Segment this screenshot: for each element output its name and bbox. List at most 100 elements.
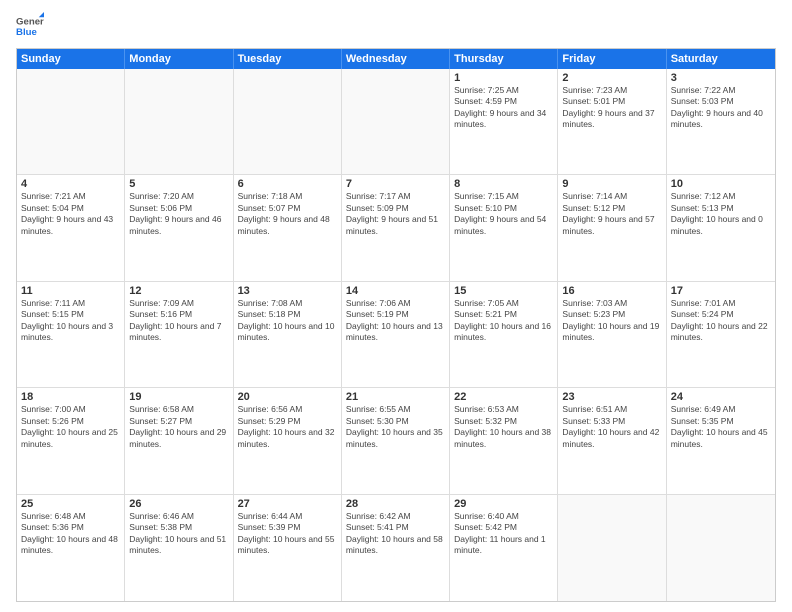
day-number: 17 [671, 285, 771, 297]
day-cell-6: 6Sunrise: 7:18 AM Sunset: 5:07 PM Daylig… [234, 175, 342, 280]
day-info: Sunrise: 7:09 AM Sunset: 5:16 PM Dayligh… [129, 298, 228, 344]
empty-cell [234, 69, 342, 174]
day-info: Sunrise: 7:23 AM Sunset: 5:01 PM Dayligh… [562, 85, 661, 131]
day-number: 23 [562, 391, 661, 403]
day-info: Sunrise: 6:42 AM Sunset: 5:41 PM Dayligh… [346, 511, 445, 557]
day-number: 16 [562, 285, 661, 297]
day-info: Sunrise: 7:05 AM Sunset: 5:21 PM Dayligh… [454, 298, 553, 344]
day-info: Sunrise: 6:40 AM Sunset: 5:42 PM Dayligh… [454, 511, 553, 557]
day-number: 3 [671, 72, 771, 84]
day-cell-20: 20Sunrise: 6:56 AM Sunset: 5:29 PM Dayli… [234, 388, 342, 493]
day-cell-13: 13Sunrise: 7:08 AM Sunset: 5:18 PM Dayli… [234, 282, 342, 387]
day-number: 15 [454, 285, 553, 297]
day-cell-16: 16Sunrise: 7:03 AM Sunset: 5:23 PM Dayli… [558, 282, 666, 387]
day-info: Sunrise: 6:53 AM Sunset: 5:32 PM Dayligh… [454, 404, 553, 450]
day-number: 11 [21, 285, 120, 297]
week-row-5: 25Sunrise: 6:48 AM Sunset: 5:36 PM Dayli… [17, 495, 775, 601]
day-number: 2 [562, 72, 661, 84]
calendar-body: 1Sunrise: 7:25 AM Sunset: 4:59 PM Daylig… [17, 69, 775, 601]
day-number: 14 [346, 285, 445, 297]
empty-cell [342, 69, 450, 174]
day-number: 7 [346, 178, 445, 190]
day-cell-21: 21Sunrise: 6:55 AM Sunset: 5:30 PM Dayli… [342, 388, 450, 493]
day-info: Sunrise: 6:46 AM Sunset: 5:38 PM Dayligh… [129, 511, 228, 557]
day-number: 28 [346, 498, 445, 510]
day-number: 4 [21, 178, 120, 190]
logo: General Blue [16, 12, 44, 40]
day-number: 27 [238, 498, 337, 510]
day-info: Sunrise: 7:00 AM Sunset: 5:26 PM Dayligh… [21, 404, 120, 450]
day-cell-29: 29Sunrise: 6:40 AM Sunset: 5:42 PM Dayli… [450, 495, 558, 601]
day-cell-23: 23Sunrise: 6:51 AM Sunset: 5:33 PM Dayli… [558, 388, 666, 493]
day-number: 26 [129, 498, 228, 510]
day-number: 1 [454, 72, 553, 84]
day-cell-17: 17Sunrise: 7:01 AM Sunset: 5:24 PM Dayli… [667, 282, 775, 387]
day-cell-18: 18Sunrise: 7:00 AM Sunset: 5:26 PM Dayli… [17, 388, 125, 493]
day-info: Sunrise: 7:06 AM Sunset: 5:19 PM Dayligh… [346, 298, 445, 344]
header-cell-tuesday: Tuesday [234, 49, 342, 69]
day-info: Sunrise: 6:58 AM Sunset: 5:27 PM Dayligh… [129, 404, 228, 450]
logo-icon: General Blue [16, 12, 44, 40]
day-cell-15: 15Sunrise: 7:05 AM Sunset: 5:21 PM Dayli… [450, 282, 558, 387]
day-cell-3: 3Sunrise: 7:22 AM Sunset: 5:03 PM Daylig… [667, 69, 775, 174]
day-number: 6 [238, 178, 337, 190]
header-cell-monday: Monday [125, 49, 233, 69]
day-info: Sunrise: 7:20 AM Sunset: 5:06 PM Dayligh… [129, 191, 228, 237]
day-cell-22: 22Sunrise: 6:53 AM Sunset: 5:32 PM Dayli… [450, 388, 558, 493]
day-info: Sunrise: 7:01 AM Sunset: 5:24 PM Dayligh… [671, 298, 771, 344]
day-cell-14: 14Sunrise: 7:06 AM Sunset: 5:19 PM Dayli… [342, 282, 450, 387]
day-cell-11: 11Sunrise: 7:11 AM Sunset: 5:15 PM Dayli… [17, 282, 125, 387]
day-cell-25: 25Sunrise: 6:48 AM Sunset: 5:36 PM Dayli… [17, 495, 125, 601]
header-cell-wednesday: Wednesday [342, 49, 450, 69]
day-info: Sunrise: 7:21 AM Sunset: 5:04 PM Dayligh… [21, 191, 120, 237]
week-row-4: 18Sunrise: 7:00 AM Sunset: 5:26 PM Dayli… [17, 388, 775, 494]
day-info: Sunrise: 7:03 AM Sunset: 5:23 PM Dayligh… [562, 298, 661, 344]
day-info: Sunrise: 7:18 AM Sunset: 5:07 PM Dayligh… [238, 191, 337, 237]
day-number: 9 [562, 178, 661, 190]
calendar: SundayMondayTuesdayWednesdayThursdayFrid… [16, 48, 776, 602]
day-cell-8: 8Sunrise: 7:15 AM Sunset: 5:10 PM Daylig… [450, 175, 558, 280]
day-number: 13 [238, 285, 337, 297]
svg-text:Blue: Blue [16, 27, 37, 38]
day-info: Sunrise: 7:25 AM Sunset: 4:59 PM Dayligh… [454, 85, 553, 131]
day-info: Sunrise: 6:48 AM Sunset: 5:36 PM Dayligh… [21, 511, 120, 557]
week-row-3: 11Sunrise: 7:11 AM Sunset: 5:15 PM Dayli… [17, 282, 775, 388]
header-cell-sunday: Sunday [17, 49, 125, 69]
day-cell-9: 9Sunrise: 7:14 AM Sunset: 5:12 PM Daylig… [558, 175, 666, 280]
day-cell-19: 19Sunrise: 6:58 AM Sunset: 5:27 PM Dayli… [125, 388, 233, 493]
day-cell-26: 26Sunrise: 6:46 AM Sunset: 5:38 PM Dayli… [125, 495, 233, 601]
day-info: Sunrise: 7:12 AM Sunset: 5:13 PM Dayligh… [671, 191, 771, 237]
day-cell-1: 1Sunrise: 7:25 AM Sunset: 4:59 PM Daylig… [450, 69, 558, 174]
day-number: 20 [238, 391, 337, 403]
page: General Blue SundayMondayTuesdayWednesda… [0, 0, 792, 612]
day-info: Sunrise: 6:44 AM Sunset: 5:39 PM Dayligh… [238, 511, 337, 557]
day-cell-28: 28Sunrise: 6:42 AM Sunset: 5:41 PM Dayli… [342, 495, 450, 601]
week-row-2: 4Sunrise: 7:21 AM Sunset: 5:04 PM Daylig… [17, 175, 775, 281]
day-info: Sunrise: 7:11 AM Sunset: 5:15 PM Dayligh… [21, 298, 120, 344]
day-number: 5 [129, 178, 228, 190]
day-info: Sunrise: 7:17 AM Sunset: 5:09 PM Dayligh… [346, 191, 445, 237]
day-cell-10: 10Sunrise: 7:12 AM Sunset: 5:13 PM Dayli… [667, 175, 775, 280]
day-info: Sunrise: 7:14 AM Sunset: 5:12 PM Dayligh… [562, 191, 661, 237]
day-info: Sunrise: 6:55 AM Sunset: 5:30 PM Dayligh… [346, 404, 445, 450]
day-number: 12 [129, 285, 228, 297]
day-cell-12: 12Sunrise: 7:09 AM Sunset: 5:16 PM Dayli… [125, 282, 233, 387]
header-cell-thursday: Thursday [450, 49, 558, 69]
day-number: 22 [454, 391, 553, 403]
week-row-1: 1Sunrise: 7:25 AM Sunset: 4:59 PM Daylig… [17, 69, 775, 175]
empty-cell [667, 495, 775, 601]
header-cell-friday: Friday [558, 49, 666, 69]
day-cell-4: 4Sunrise: 7:21 AM Sunset: 5:04 PM Daylig… [17, 175, 125, 280]
day-info: Sunrise: 6:51 AM Sunset: 5:33 PM Dayligh… [562, 404, 661, 450]
header-cell-saturday: Saturday [667, 49, 775, 69]
day-number: 19 [129, 391, 228, 403]
day-number: 25 [21, 498, 120, 510]
svg-text:General: General [16, 16, 44, 27]
day-number: 21 [346, 391, 445, 403]
day-cell-7: 7Sunrise: 7:17 AM Sunset: 5:09 PM Daylig… [342, 175, 450, 280]
day-number: 24 [671, 391, 771, 403]
empty-cell [125, 69, 233, 174]
day-number: 8 [454, 178, 553, 190]
day-info: Sunrise: 7:08 AM Sunset: 5:18 PM Dayligh… [238, 298, 337, 344]
day-info: Sunrise: 6:56 AM Sunset: 5:29 PM Dayligh… [238, 404, 337, 450]
